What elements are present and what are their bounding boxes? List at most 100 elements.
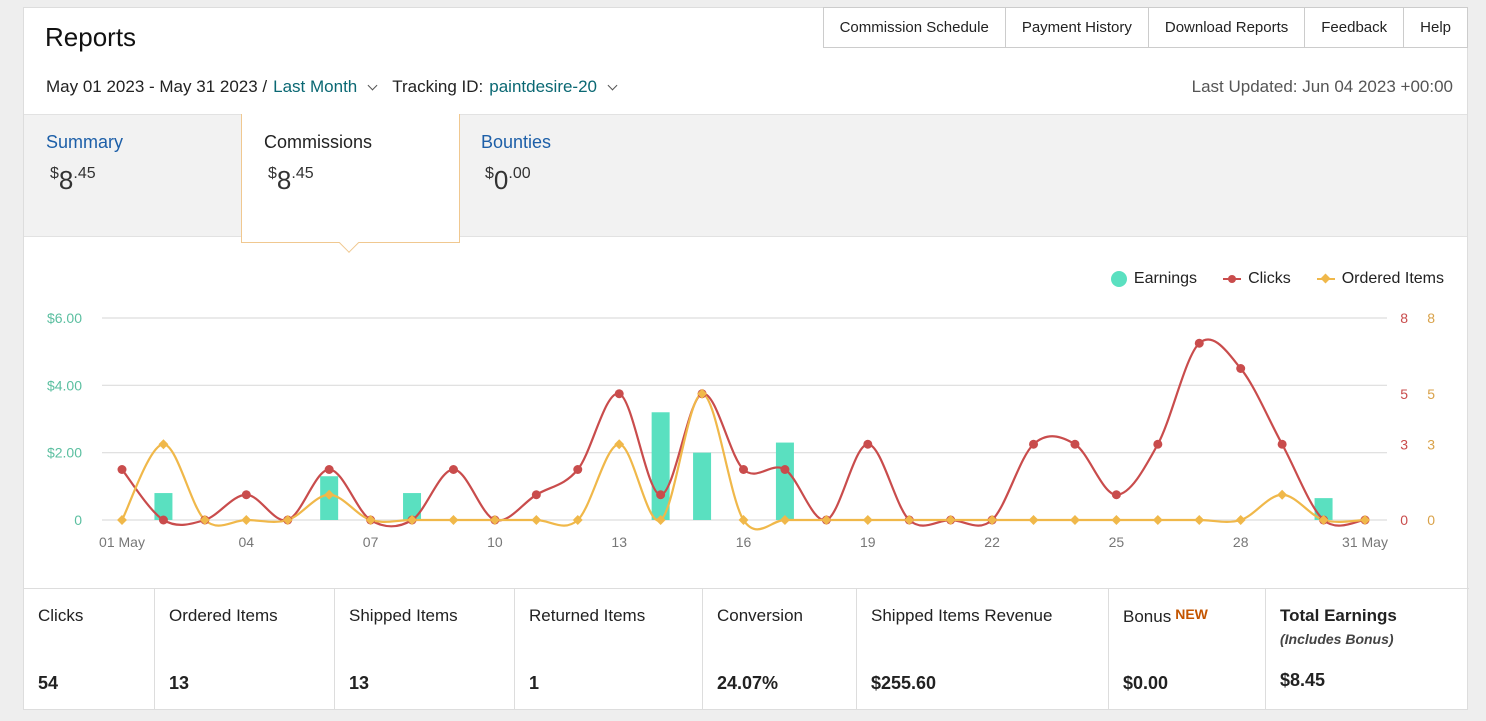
stat-value: $0.00 [1123, 673, 1169, 693]
tab-bounties-amount: $0.00 [485, 165, 531, 196]
y-right-tick-label: 8 [1400, 310, 1408, 326]
clicks-point [1277, 439, 1287, 449]
ordered-items-point [448, 515, 459, 525]
x-tick-label: 22 [984, 534, 1000, 550]
y-right-tick-label: 5 [1400, 386, 1408, 402]
stat-label: Shipped Items Revenue [871, 606, 1053, 625]
stats-row: Clicks 54 Ordered Items 13 Shipped Items… [24, 588, 1469, 710]
clicks-point [241, 490, 251, 500]
filter-bar: May 01 2023 - May 31 2023 / Last Month T… [46, 77, 632, 97]
stat-label: Ordered Items [169, 606, 278, 625]
stat-shipped-items: Shipped Items 13 [335, 589, 515, 710]
stat-returned-items: Returned Items 1 [515, 589, 703, 710]
ordered-items-point [531, 515, 542, 525]
tab-commissions[interactable]: Commissions $8.45 [241, 114, 460, 253]
ordered-items-point [282, 515, 293, 525]
clicks-point [531, 490, 541, 500]
download-reports-button[interactable]: Download Reports [1148, 7, 1306, 48]
clicks-point [656, 490, 666, 500]
legend-ordered-items-label: Ordered Items [1341, 270, 1444, 287]
stat-value: 24.07% [717, 673, 779, 693]
tracking-id-label: Tracking ID: [392, 77, 484, 96]
tab-commissions-label: Commissions [264, 132, 373, 152]
tracking-chevron-down-icon[interactable] [607, 80, 618, 90]
ordered-items-point [1070, 515, 1080, 525]
clicks-point [739, 465, 748, 474]
y-right-tick-label: 3 [1400, 436, 1408, 452]
commission-schedule-button[interactable]: Commission Schedule [822, 7, 1006, 48]
currency-symbol: $ [50, 165, 59, 182]
y-left-tick-label: $6.00 [47, 310, 82, 326]
ordered-items-line [121, 392, 1366, 531]
stat-clicks: Clicks 54 [24, 589, 155, 710]
stat-bonus: Bonus NEW $0.00 [1109, 589, 1266, 710]
period-dropdown[interactable]: Last Month [273, 77, 357, 97]
x-tick-label: 25 [1109, 534, 1125, 550]
ordered-items-point [1194, 515, 1205, 525]
stat-value: 1 [529, 673, 540, 693]
x-tick-label: 01 May [99, 534, 145, 550]
legend-clicks[interactable]: Clicks [1223, 270, 1291, 288]
x-tick-label: 19 [860, 534, 876, 550]
last-updated: Last Updated: Jun 04 2023 +00:00 [1191, 77, 1453, 96]
amount-cents: .45 [291, 165, 314, 182]
tab-bounties[interactable]: Bounties $0.00 [481, 115, 681, 238]
stat-value: $255.60 [871, 673, 937, 693]
earnings-bar [775, 442, 794, 520]
x-tick-label: 16 [736, 534, 752, 550]
clicks-point [614, 389, 624, 399]
x-tick-label: 13 [611, 534, 627, 550]
payment-history-button[interactable]: Payment History [1005, 7, 1149, 48]
y-right-tick-label: 0 [1427, 512, 1435, 528]
clicks-point [1111, 490, 1121, 500]
currency-symbol: $ [268, 165, 277, 182]
x-tick-label: 31 May [1342, 534, 1388, 550]
tab-bounties-label: Bounties [481, 132, 552, 152]
ordered-items-point [489, 515, 500, 525]
ordered-items-point [1277, 489, 1288, 500]
top-nav: Commission Schedule Payment History Down… [822, 7, 1468, 48]
period-chevron-down-icon[interactable] [367, 80, 378, 90]
reports-panel: Reports Commission Schedule Payment Hist… [23, 7, 1469, 710]
legend-earnings[interactable]: Earnings [1110, 270, 1197, 288]
report-tabs: Summary $8.45 Commissions $8.45 Bounties… [24, 114, 1467, 253]
date-range: May 01 2023 - May 31 2023 / [46, 77, 268, 96]
legend-ordered-items[interactable]: Ordered Items [1316, 270, 1444, 288]
y-left-tick-label: $4.00 [47, 377, 82, 393]
clicks-point [573, 465, 583, 474]
tab-summary[interactable]: Summary $8.45 [46, 115, 246, 238]
ordered-items-point [945, 515, 956, 525]
ordered-items-marker-icon [1316, 278, 1335, 280]
y-right-tick-label: 5 [1427, 386, 1435, 402]
stat-label: Shipped Items [349, 606, 458, 625]
earnings-marker-icon [1110, 271, 1127, 287]
bonus-label: Bonus [1123, 607, 1172, 626]
clicks-point [780, 465, 790, 474]
stat-conversion: Conversion 24.07% [703, 589, 857, 710]
stat-value: 54 [38, 673, 59, 693]
help-button[interactable]: Help [1404, 7, 1468, 48]
tracking-id-dropdown[interactable]: paintdesire-20 [489, 77, 597, 97]
clicks-point [1029, 439, 1039, 449]
ordered-items-point [1111, 515, 1122, 525]
clicks-point [1236, 364, 1246, 373]
ordered-items-point [1235, 515, 1246, 525]
stat-value: 13 [349, 673, 370, 693]
ordered-items-point [862, 515, 873, 525]
currency-symbol: $ [485, 165, 494, 182]
y-left-tick-label: 0 [74, 512, 82, 528]
feedback-button[interactable]: Feedback [1305, 7, 1405, 48]
stat-total-earnings: Total Earnings (Includes Bonus) $8.45 [1266, 589, 1469, 710]
tab-summary-label: Summary [46, 132, 124, 152]
stat-label: Returned Items [529, 606, 646, 625]
earnings-chart: 0 $2.00 $4.00 $6.00 0 0 3 3 5 5 8 8 01 May 04 07 10 13 16… [24, 238, 1469, 588]
ordered-items-point [117, 515, 127, 525]
ordered-items-point [614, 439, 625, 450]
earnings-bar [693, 452, 712, 520]
clicks-point [863, 439, 873, 449]
stat-value: $8.45 [1280, 670, 1326, 690]
ordered-items-point [158, 439, 169, 450]
y-right-tick-label: 3 [1427, 436, 1435, 452]
page-title: Reports [45, 22, 137, 52]
x-tick-label: 10 [487, 534, 503, 550]
